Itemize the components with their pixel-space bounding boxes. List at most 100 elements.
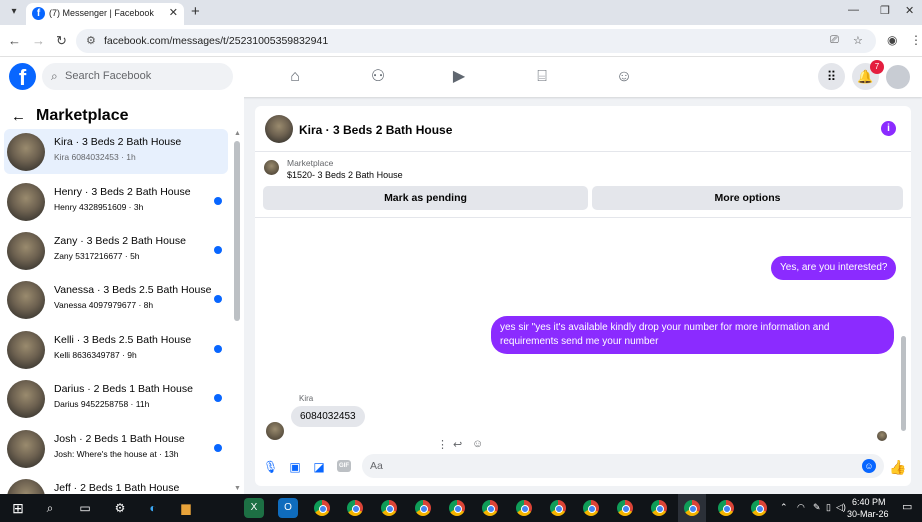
avatar[interactable] [265, 115, 293, 143]
clock-date[interactable]: 30-Mar-26 [847, 509, 889, 519]
avatar[interactable] [266, 422, 284, 440]
notification-center-icon[interactable]: ▭ [902, 500, 912, 513]
react-smiley-icon[interactable]: ☺ [472, 438, 483, 450]
notifications-bell-icon[interactable]: 🔔 7 [852, 60, 884, 90]
chrome-icon[interactable] [617, 500, 633, 516]
conversation-item[interactable]: Darius · 2 Beds 1 Bath House Darius 9452… [4, 376, 228, 421]
battery-icon[interactable]: ▯ [826, 502, 831, 513]
bookmark-star-icon[interactable]: ☆ [853, 34, 863, 47]
settings-gear-icon[interactable]: ⚙ [110, 498, 130, 518]
search-icon[interactable]: ⌕ [40, 498, 60, 518]
conversation-title: Henry · 3 Beds 2 Bath House [54, 186, 191, 198]
chat-scrollbar[interactable] [901, 336, 906, 431]
tab-close-icon[interactable]: ✕ [169, 6, 178, 19]
video-icon[interactable]: ▶ [448, 66, 470, 88]
chrome-icon[interactable] [347, 500, 363, 516]
search-input[interactable]: ⌕ Search Facebook [42, 63, 233, 90]
avatar [7, 183, 45, 221]
info-icon[interactable]: i [881, 121, 896, 136]
conversation-item[interactable]: Vanessa · 3 Beds 2.5 Bath House Vanessa … [4, 277, 228, 322]
chrome-icon[interactable] [381, 500, 397, 516]
excel-icon[interactable]: X [244, 498, 264, 518]
scroll-down-arrow-icon[interactable]: ▼ [234, 485, 241, 492]
friends-icon[interactable]: ⚇ [367, 66, 389, 88]
unread-dot-icon [214, 394, 222, 402]
volume-icon[interactable]: ◁) [836, 502, 846, 513]
windows-start-icon[interactable]: ⊞ [8, 498, 28, 518]
chrome-icon[interactable] [314, 500, 330, 516]
avatar [7, 331, 45, 369]
sidebar-scrollbar[interactable] [234, 141, 240, 321]
chrome-icon[interactable] [550, 500, 566, 516]
photo-icon[interactable]: ▣ [288, 460, 302, 474]
marketplace-icon[interactable]: ⌸ [531, 66, 553, 88]
conversation-subtitle: Kelli 8636349787 · 9h [54, 350, 137, 360]
browser-menu-icon[interactable]: ⋮ [910, 33, 922, 47]
back-arrow-icon[interactable]: ← [8, 33, 21, 48]
pen-icon[interactable]: ✎ [813, 502, 821, 513]
chrome-icon[interactable] [684, 500, 700, 516]
chrome-icon[interactable] [583, 500, 599, 516]
file-explorer-icon[interactable]: ▆ [176, 498, 196, 518]
scroll-up-arrow-icon[interactable]: ▲ [234, 130, 241, 137]
edge-icon[interactable]: ◐ [143, 498, 163, 518]
profile-icon[interactable]: ◉ [887, 33, 897, 47]
home-icon[interactable]: ⌂ [284, 66, 306, 88]
tray-chevron-icon[interactable]: ⌃ [780, 502, 788, 513]
gif-icon[interactable]: GIF [337, 460, 351, 472]
avatar [7, 232, 45, 270]
listing-thumbnail[interactable] [264, 160, 279, 175]
listing-title[interactable]: $1520- 3 Beds 2 Bath House [287, 170, 403, 180]
more-options-button[interactable]: More options [592, 186, 903, 210]
chrome-icon[interactable] [751, 500, 767, 516]
browser-tab-messenger[interactable]: f (7) Messenger | Facebook ✕ [26, 3, 184, 25]
conversation-item[interactable]: Henry · 3 Beds 2 Bath House Henry 432895… [4, 179, 228, 224]
conversation-subtitle: Zany 5317216677 · 5h [54, 251, 140, 261]
outgoing-message[interactable]: Yes, are you interested? [771, 256, 897, 280]
outlook-icon[interactable]: O [278, 498, 298, 518]
mark-as-pending-button[interactable]: Mark as pending [263, 186, 588, 210]
conversation-item[interactable]: Jeff · 2 Beds 1 Bath House [4, 475, 228, 494]
conversation-subtitle: Josh: Where's the house at · 13h [54, 449, 179, 459]
chrome-icon[interactable] [516, 500, 532, 516]
conversation-item[interactable]: Kira · 3 Beds 2 Bath House Kira 60840324… [4, 129, 228, 174]
forward-arrow-icon[interactable]: → [32, 33, 45, 48]
groups-icon[interactable]: ☺ [613, 66, 635, 88]
address-bar[interactable]: ⚙ facebook.com/messages/t/25231005359832… [76, 29, 876, 53]
chrome-icon[interactable] [449, 500, 465, 516]
facebook-logo-icon[interactable]: f [9, 63, 36, 90]
restore-icon[interactable]: ❐ [880, 4, 890, 17]
chrome-icon[interactable] [415, 500, 431, 516]
unread-dot-icon [214, 345, 222, 353]
new-tab-plus-icon[interactable]: + [191, 3, 200, 20]
chrome-icon[interactable] [718, 500, 734, 516]
thumbs-up-icon[interactable]: 👍 [889, 459, 906, 476]
conversation-item[interactable]: Kelli · 3 Beds 2.5 Bath House Kelli 8636… [4, 327, 228, 372]
window-close-icon[interactable]: ✕ [905, 4, 914, 17]
conversation-item[interactable]: Josh · 2 Beds 1 Bath House Josh: Where's… [4, 426, 228, 471]
emoji-icon[interactable]: ☺ [862, 459, 876, 473]
task-view-icon[interactable]: ▭ [75, 498, 95, 518]
network-icon[interactable]: ◠ [797, 502, 805, 513]
message-input[interactable]: Aa ☺ [362, 454, 884, 478]
back-arrow-icon[interactable]: ← [11, 108, 26, 125]
microphone-icon[interactable]: 🎙 [263, 460, 278, 474]
cast-icon[interactable]: ⎚ [830, 34, 839, 47]
chrome-icon[interactable] [482, 500, 498, 516]
tab-list-chevron-icon[interactable]: ▾ [6, 4, 22, 20]
outgoing-message[interactable]: yes sir "yes it's available kindly drop … [491, 316, 894, 354]
chat-title[interactable]: Kira · 3 Beds 2 Bath House [299, 123, 452, 137]
clock-time[interactable]: 6:40 PM [852, 497, 886, 507]
chrome-icon[interactable] [651, 500, 667, 516]
reload-icon[interactable]: ↻ [56, 33, 67, 49]
minimize-icon[interactable]: — [848, 4, 859, 16]
conversation-title: Vanessa · 3 Beds 2.5 Bath House [54, 284, 212, 296]
conversation-subtitle: Kira 6084032453 · 1h [54, 152, 136, 162]
incoming-message[interactable]: 6084032453 [291, 406, 365, 427]
menu-grid-icon[interactable]: ⠿ [818, 63, 845, 90]
sticker-icon[interactable]: ◪ [312, 460, 326, 474]
site-info-icon[interactable]: ⚙ [86, 34, 96, 47]
conversation-item[interactable]: Zany · 3 Beds 2 Bath House Zany 53172166… [4, 228, 228, 273]
chat-header: Kira · 3 Beds 2 Bath House i [255, 106, 911, 152]
account-avatar[interactable] [886, 65, 910, 89]
